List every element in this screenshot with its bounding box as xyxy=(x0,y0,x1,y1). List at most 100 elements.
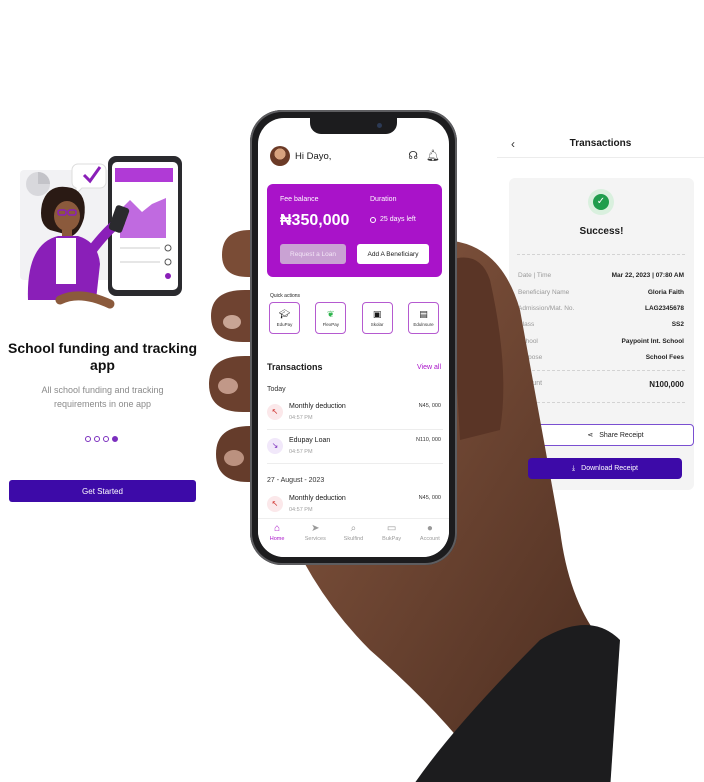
avatar[interactable] xyxy=(270,146,290,166)
quick-action-label: Skolar xyxy=(370,322,384,327)
transaction-amount: N110, 000 xyxy=(416,437,441,443)
transactions-title: Transactions xyxy=(267,362,323,372)
headset-icon[interactable]: ☊ xyxy=(408,149,418,162)
graduation-cap-icon: 🎓︎ xyxy=(278,309,291,319)
tab-bukpay[interactable]: ▭ BukPay xyxy=(375,523,409,557)
arrow-out-icon: ↘ xyxy=(267,438,283,454)
quick-action-label: Edulnsure xyxy=(413,322,434,327)
success-check-icon: ✓ xyxy=(588,189,614,215)
receipt-card: ✓ Success! Date | Time Mar 22, 2023 | 07… xyxy=(509,178,694,490)
tab-label: Home xyxy=(269,536,285,542)
tab-label: Skulfind xyxy=(343,536,364,542)
receipt-row-key: Purpose xyxy=(518,354,543,361)
tab-account[interactable]: ● Account xyxy=(413,523,447,557)
quick-action-label: EduPay xyxy=(276,322,293,327)
fee-balance-card: Fee balance ₦350,000 Duration 25 days le… xyxy=(267,184,442,277)
tab-label: Account xyxy=(419,536,440,542)
school-search-icon: ⌕ xyxy=(350,523,357,534)
woman-with-phone-illustration xyxy=(20,156,182,309)
share-receipt-button[interactable]: ⋖ Share Receipt xyxy=(537,424,694,446)
quick-action-flexpay[interactable]: ❦ FlexPay xyxy=(315,302,347,334)
bottom-tab-bar: ⌂ Home ➤ Services ⌕ Skulfind ▭ BukPay ● … xyxy=(258,518,449,557)
quick-action-label: FlexPay xyxy=(322,322,339,327)
receipt-row-key: School xyxy=(518,338,538,345)
amount-key: Amount xyxy=(518,380,543,387)
receipt-row-key: Date | Time xyxy=(518,272,552,279)
success-status: Success! xyxy=(579,226,624,237)
quick-actions-label: Quick actions xyxy=(270,293,301,299)
onboarding-title: School funding and tracking app xyxy=(8,340,197,373)
clock-icon xyxy=(370,216,376,223)
phone-screen: Hi Dayo, ☊ 🔔︎ Fee balance ₦350,000 Durat… xyxy=(258,118,449,557)
tab-label: BukPay xyxy=(382,536,402,542)
tab-home[interactable]: ⌂ Home xyxy=(260,523,294,557)
pagination-dots xyxy=(85,436,118,442)
divider xyxy=(517,370,685,371)
home-header: Hi Dayo, ☊ 🔔︎ xyxy=(270,146,440,168)
receipt-header: ‹ Transactions xyxy=(497,128,704,158)
onboarding-panel: School funding and tracking app All scho… xyxy=(0,140,205,520)
wallet-icon: ▤ xyxy=(419,309,428,319)
receipt-row-value: School Fees xyxy=(645,354,684,361)
arrow-in-icon: ↖ xyxy=(267,496,283,512)
receipt-row-value: Gloria Faith xyxy=(647,289,684,296)
send-icon: ➤ xyxy=(311,523,320,534)
download-receipt-button[interactable]: ⤓ Download Receipt xyxy=(528,458,682,479)
receipt-row-value: Mar 22, 2023 | 07:80 AM xyxy=(611,272,684,279)
transaction-item[interactable]: ↘ Edupay Loan 04:57 PM N110, 000 xyxy=(267,436,443,464)
quick-action-skolar[interactable]: ▣ Skolar xyxy=(361,302,393,334)
duration-value: 25 days left xyxy=(370,216,416,223)
tab-skulfind[interactable]: ⌕ Skulfind xyxy=(336,523,370,557)
transaction-name: Edupay Loan xyxy=(289,437,331,444)
quick-action-edulnsure[interactable]: ▤ Edulnsure xyxy=(407,302,439,334)
tab-services[interactable]: ➤ Services xyxy=(298,523,332,557)
receipt-row: Purpose School Fees xyxy=(518,354,684,361)
amount-value: N100,000 xyxy=(649,380,684,389)
quick-actions: 🎓︎ EduPay ❦ FlexPay ▣ Skolar ▤ Edulnsure xyxy=(269,302,439,334)
divider xyxy=(517,254,685,255)
page-dot[interactable] xyxy=(94,436,100,442)
user-icon: ● xyxy=(426,523,433,534)
receipt-amount-row: Amount N100,000 xyxy=(518,380,684,389)
transaction-item[interactable]: ↖ Monthly deduction 04:57 PM N45, 000 xyxy=(267,402,443,430)
transaction-time: 04:57 PM xyxy=(289,449,313,455)
fee-balance-amount: ₦350,000 xyxy=(280,212,350,229)
receipt-row-key: Admission/Mat. No. xyxy=(518,305,575,312)
duration-text: 25 days left xyxy=(380,216,416,223)
download-icon: ⤓ xyxy=(572,464,576,472)
home-icon: ⌂ xyxy=(274,523,281,534)
leaf-icon: ❦ xyxy=(327,309,335,319)
quick-action-edupay[interactable]: 🎓︎ EduPay xyxy=(269,302,300,334)
page-dot[interactable] xyxy=(103,436,109,442)
fee-balance-label: Fee balance xyxy=(280,196,319,203)
receipt-row-value: LAG2345678 xyxy=(644,305,684,312)
transaction-amount: N45, 000 xyxy=(418,403,441,409)
transaction-time: 04:57 PM xyxy=(289,507,313,513)
view-all-link[interactable]: View all xyxy=(417,364,441,371)
request-loan-button[interactable]: Request a Loan xyxy=(280,244,346,264)
arrow-in-icon: ↖ xyxy=(267,404,283,420)
transaction-amount: N45, 000 xyxy=(418,495,441,501)
receipt-row-key: Beneficiary Name xyxy=(518,289,570,296)
share-receipt-label: Share Receipt xyxy=(599,431,644,439)
duration-label: Duration xyxy=(370,196,397,203)
get-started-button[interactable]: Get Started xyxy=(9,480,196,502)
page-dot-active[interactable] xyxy=(112,436,118,442)
receipt-row: Date | Time Mar 22, 2023 | 07:80 AM xyxy=(518,272,684,279)
transaction-group-label: Today xyxy=(267,386,286,393)
greeting: Hi Dayo, xyxy=(295,151,332,162)
transaction-group-label: 27 - August - 2023 xyxy=(267,477,325,484)
onboarding-subtitle: All school funding and tracking requirem… xyxy=(41,385,164,409)
tab-label: Services xyxy=(304,536,326,542)
receipt-row-value: SS2 xyxy=(671,321,684,328)
receipt-title: Transactions xyxy=(569,138,632,149)
header-icons: ☊ 🔔︎ xyxy=(408,149,440,162)
receipt-row-value: Paypoint Int. School xyxy=(621,338,684,345)
divider xyxy=(517,402,685,403)
download-receipt-label: Download Receipt xyxy=(581,465,638,472)
page-dot[interactable] xyxy=(85,436,91,442)
bell-icon[interactable]: 🔔︎ xyxy=(426,149,440,162)
receipt-row: School Paypoint Int. School xyxy=(518,338,684,345)
add-beneficiary-button[interactable]: Add A Beneficiary xyxy=(357,244,429,264)
transaction-time: 04:57 PM xyxy=(289,415,313,421)
